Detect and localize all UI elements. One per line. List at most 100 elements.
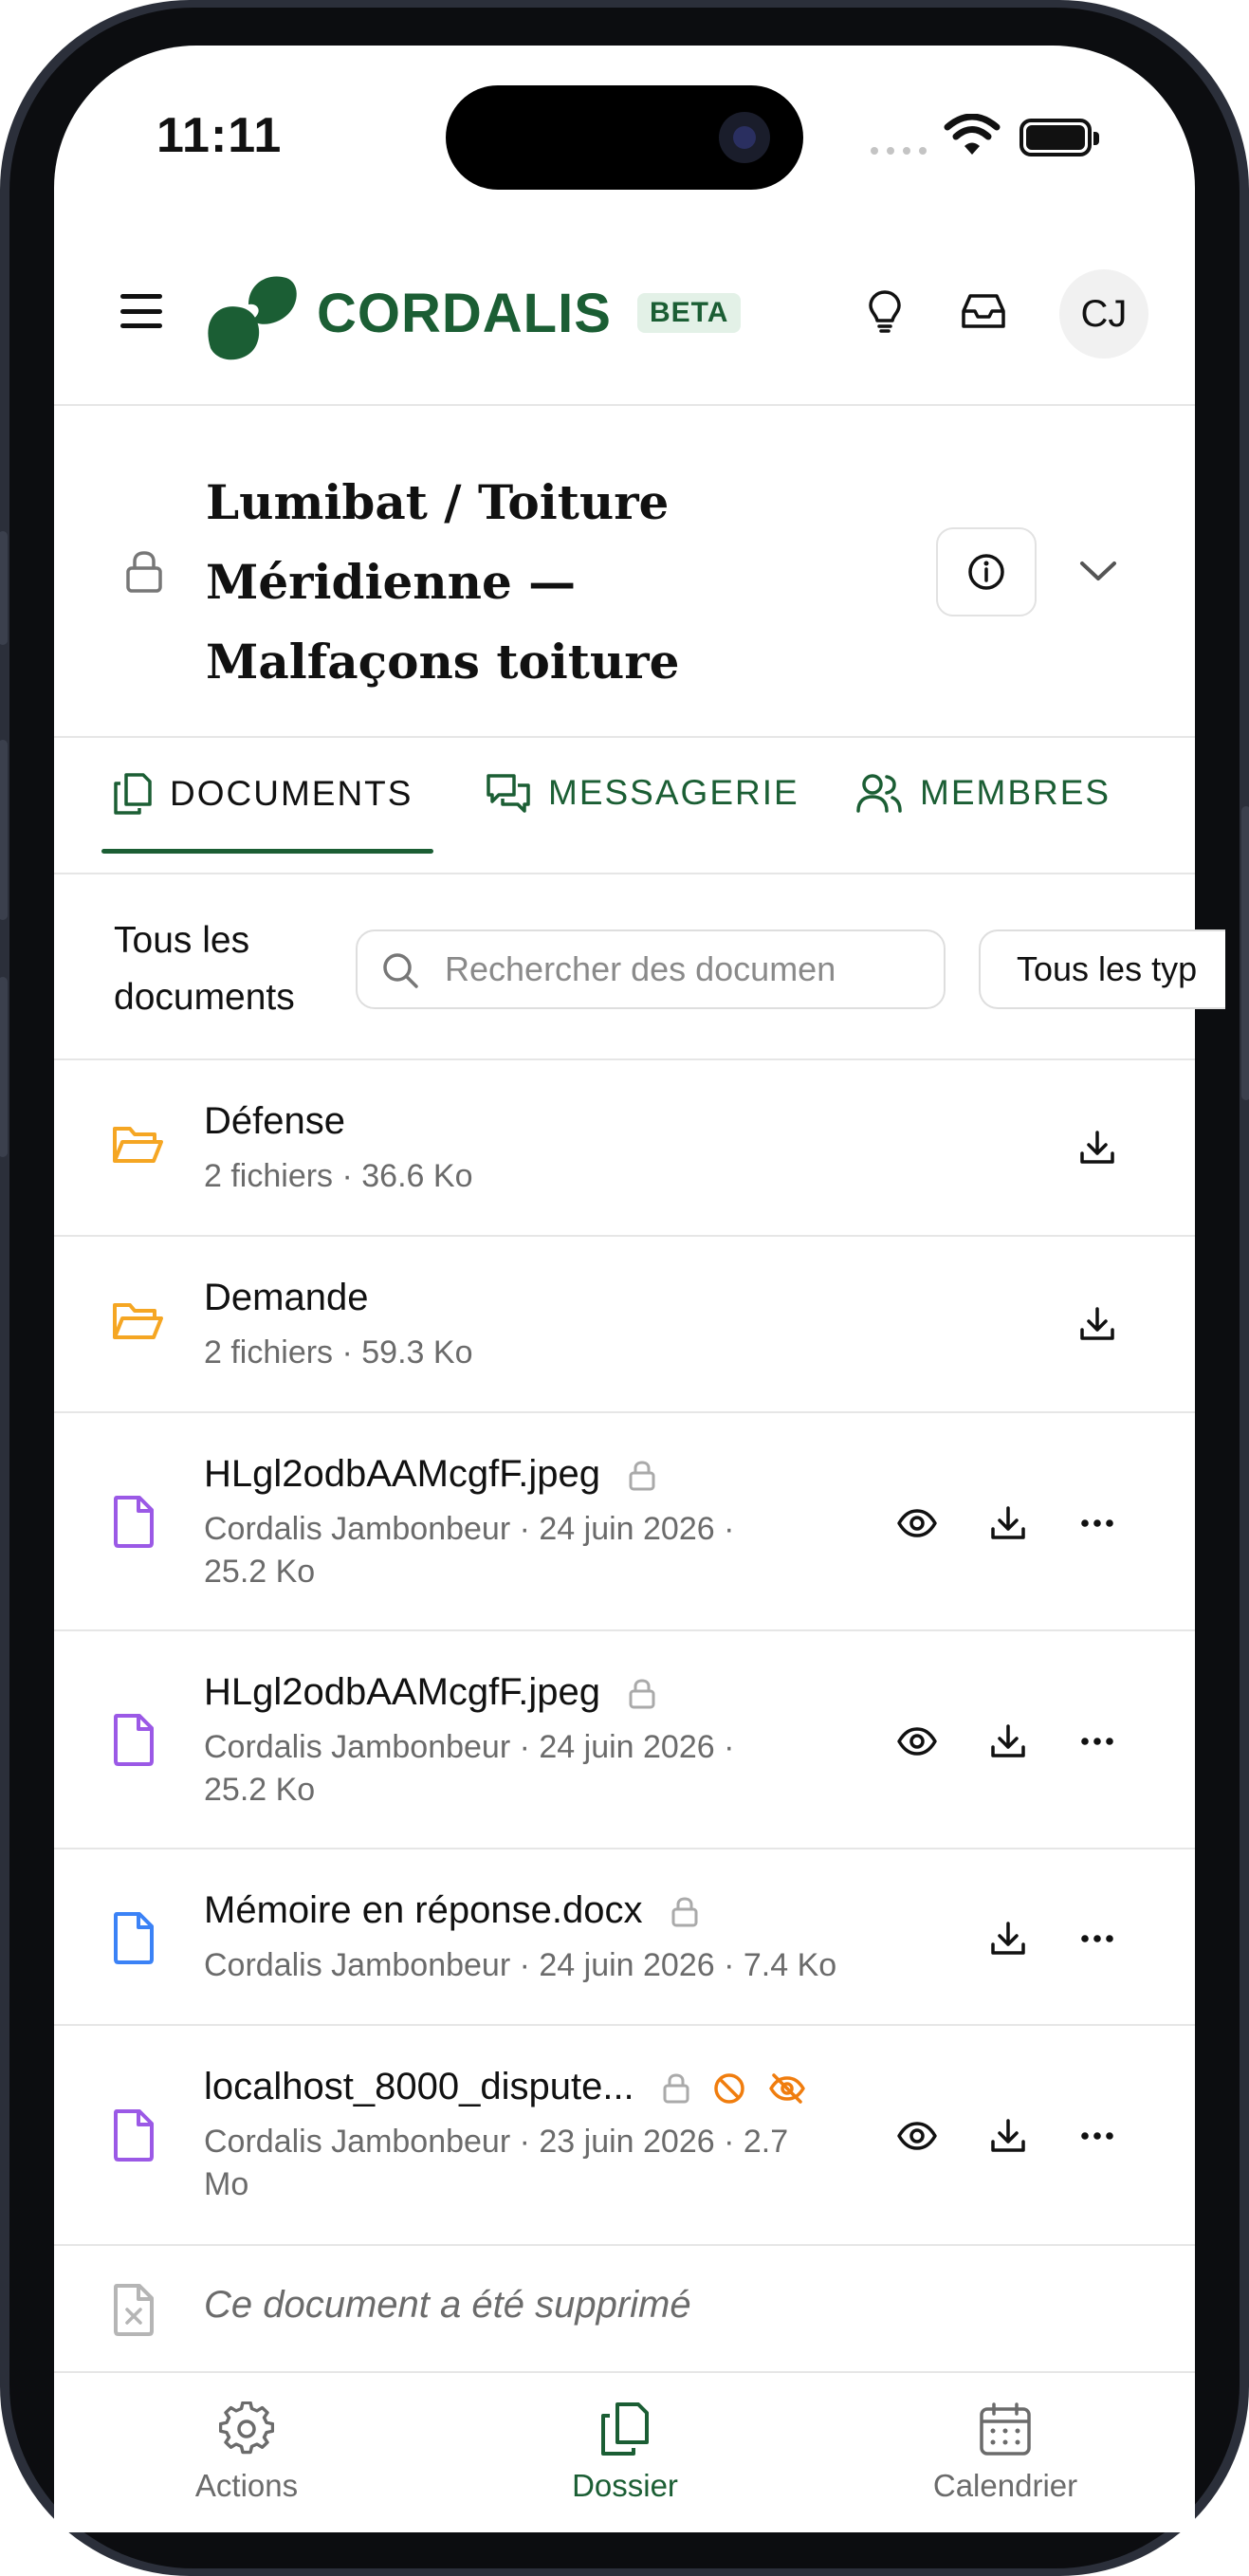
tab-membres[interactable]: MEMBRES: [855, 772, 1111, 814]
deleted-document-text: Ce document a été supprimé: [204, 2284, 691, 2326]
tab-membres-label: MEMBRES: [920, 773, 1111, 812]
wifi-icon: [944, 114, 1001, 155]
file-name-text[interactable]: HLgl2odbAAMcgfF.jpeg: [204, 1453, 600, 1495]
preview-button[interactable]: [889, 1495, 946, 1552]
beta-badge: BETA: [637, 293, 742, 333]
download-button[interactable]: [980, 1910, 1037, 1967]
file-row[interactable]: HLgl2odbAAMcgfF.jpeg Cordalis Jambonbeur…: [54, 1413, 1195, 1631]
preview-button[interactable]: [889, 1713, 946, 1770]
search-input[interactable]: [445, 931, 928, 1007]
filter-label: Tous les documents: [114, 920, 295, 1018]
file-name[interactable]: HLgl2odbAAMcgfF.jpeg: [204, 1453, 656, 1496]
more-button[interactable]: [1069, 1713, 1126, 1770]
more-button[interactable]: [1069, 1495, 1126, 1552]
volume-down-button: [0, 977, 8, 1157]
inbox-icon[interactable]: [959, 286, 1008, 336]
folder-name[interactable]: Demande: [204, 1277, 368, 1319]
lock-icon: [671, 1897, 698, 1927]
file-meta: Cordalis Jambonbeur · 24 juin 2026 · 25.…: [204, 1729, 735, 1808]
tab-documents-label: DOCUMENTS: [170, 774, 413, 813]
eye-icon: [897, 1727, 937, 1756]
file-name-text[interactable]: HLgl2odbAAMcgfF.jpeg: [204, 1671, 600, 1713]
info-icon: [968, 554, 1004, 590]
folder-icon: [113, 1303, 163, 1339]
signal-icon: [871, 147, 927, 155]
file-icon: [114, 1496, 154, 1548]
download-button[interactable]: [1069, 1119, 1126, 1176]
folder-meta: 2 fichiers · 59.3 Ko: [204, 1334, 473, 1371]
documents-icon: [601, 2402, 649, 2456]
folder-name[interactable]: Défense: [204, 1100, 345, 1143]
download-button[interactable]: [980, 2107, 1037, 2164]
more-icon: [1081, 2132, 1113, 2140]
file-name[interactable]: Mémoire en réponse.docx: [204, 1889, 699, 1932]
lock-icon: [629, 1461, 655, 1491]
bottom-nav: Actions Dossier Calendrier: [54, 2371, 1195, 2532]
folder-row[interactable]: Défense 2 fichiers · 36.6 Ko: [54, 1060, 1195, 1237]
case-title: Lumibat / Toiture Méridienne — Malfaçons…: [206, 474, 680, 690]
search-box[interactable]: [356, 929, 946, 1009]
lock-icon: [629, 1679, 655, 1709]
filter-bar: Tous les documents Tous les typ: [54, 874, 1225, 1060]
nav-actions[interactable]: Actions: [133, 2401, 360, 2504]
file-row[interactable]: localhost_8000_dispute... Cordalis Jambo…: [54, 2026, 1195, 2246]
tab-documents[interactable]: DOCUMENTS: [113, 772, 413, 816]
users-icon: [856, 774, 902, 813]
chevron-down-icon[interactable]: [1078, 558, 1118, 584]
folder-meta: 2 fichiers · 36.6 Ko: [204, 1158, 473, 1194]
nav-dossier-label: Dossier: [572, 2468, 678, 2503]
deleted-document-row: Ce document a été supprimé: [54, 2246, 1195, 2371]
active-tab-indicator: [101, 849, 433, 854]
lightbulb-icon[interactable]: [860, 286, 909, 336]
download-icon: [1080, 1307, 1114, 1340]
status-time: 11:11: [156, 108, 283, 163]
dynamic-island: [446, 85, 803, 190]
file-meta: Cordalis Jambonbeur · 24 juin 2026 · 25.…: [204, 1511, 735, 1590]
file-name[interactable]: localhost_8000_dispute...: [204, 2066, 806, 2108]
avatar[interactable]: CJ: [1059, 269, 1148, 359]
more-button[interactable]: [1069, 1910, 1126, 1967]
preview-button[interactable]: [889, 2107, 946, 2164]
nav-dossier[interactable]: Dossier: [511, 2401, 739, 2504]
search-icon: [383, 953, 418, 988]
more-button[interactable]: [1069, 2107, 1126, 2164]
download-button[interactable]: [980, 1713, 1037, 1770]
folder-row[interactable]: Demande 2 fichiers · 59.3 Ko: [54, 1237, 1195, 1413]
messages-icon: [487, 774, 530, 813]
tab-messagerie[interactable]: MESSAGERIE: [486, 772, 799, 814]
more-icon: [1081, 1935, 1113, 1942]
download-icon: [991, 2119, 1025, 2152]
nav-calendrier-label: Calendrier: [932, 2468, 1078, 2503]
lock-icon: [126, 551, 162, 593]
calendar-icon: [980, 2402, 1031, 2456]
info-button[interactable]: [936, 527, 1037, 616]
type-filter-select[interactable]: Tous les typ: [979, 929, 1225, 1009]
download-icon: [991, 1724, 1025, 1757]
volume-up-button: [0, 740, 8, 920]
download-icon: [991, 1506, 1025, 1539]
logo-icon: [208, 276, 297, 360]
block-icon: [714, 2073, 744, 2105]
menu-icon[interactable]: [120, 294, 162, 328]
download-icon: [1080, 1131, 1114, 1164]
lock-icon: [663, 2073, 689, 2104]
download-button[interactable]: [980, 1495, 1037, 1552]
file-name-text[interactable]: Mémoire en réponse.docx: [204, 1889, 642, 1931]
file-row[interactable]: Mémoire en réponse.docx Cordalis Jambonb…: [54, 1849, 1195, 2026]
file-icon: [114, 1714, 154, 1766]
file-icon: [114, 2109, 154, 2162]
silent-switch: [0, 531, 8, 645]
file-icon: [114, 1912, 154, 1964]
eye-icon: [897, 2122, 937, 2150]
power-button: [1241, 806, 1249, 1100]
file-row[interactable]: HLgl2odbAAMcgfF.jpeg Cordalis Jambonbeur…: [54, 1631, 1195, 1849]
nav-calendrier[interactable]: Calendrier: [891, 2401, 1119, 2504]
deleted-file-icon: [114, 2284, 154, 2336]
tab-bar: DOCUMENTS MESSAGERIE MEMBRES: [54, 738, 1195, 874]
folder-icon: [113, 1127, 163, 1163]
file-name-text[interactable]: localhost_8000_dispute...: [204, 2066, 634, 2107]
tab-messagerie-label: MESSAGERIE: [548, 773, 799, 812]
download-button[interactable]: [1069, 1296, 1126, 1352]
file-name[interactable]: HLgl2odbAAMcgfF.jpeg: [204, 1671, 656, 1714]
app-header: CORDALIS BETA CJ: [54, 228, 1195, 406]
